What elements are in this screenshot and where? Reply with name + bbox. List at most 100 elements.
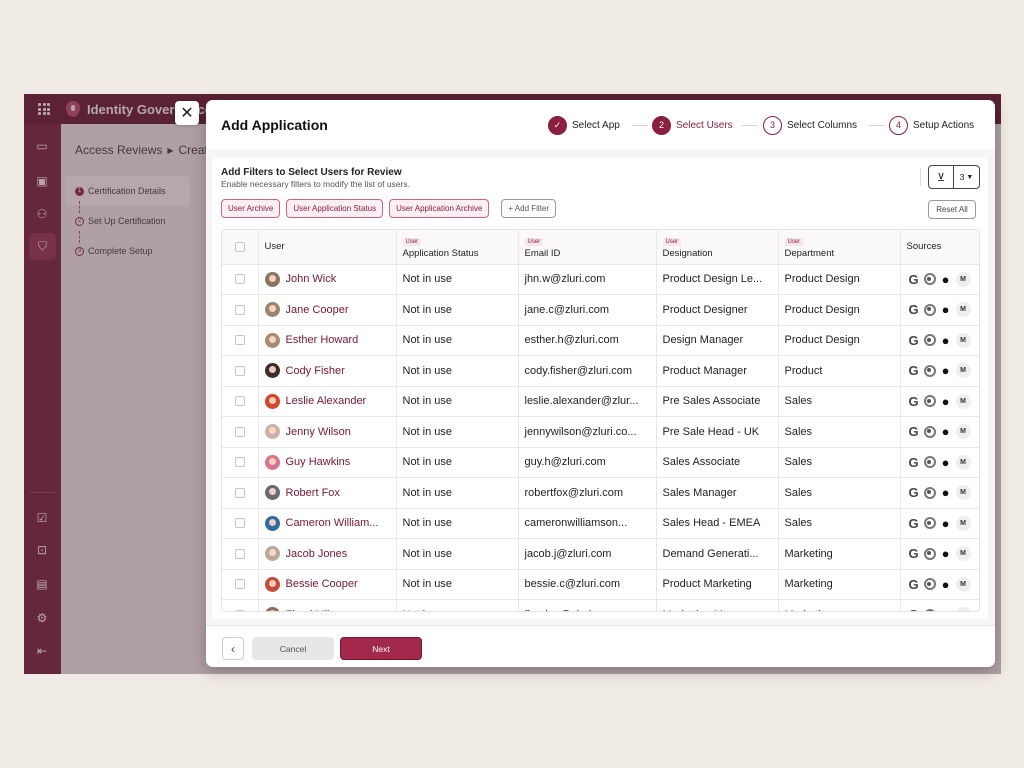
chip-user-archive[interactable]: User Archive xyxy=(221,199,281,218)
email-cell: jane.c@zluri.com xyxy=(518,294,657,326)
next-button[interactable]: Next xyxy=(340,637,422,660)
col-designation[interactable]: User Designation xyxy=(656,230,779,265)
col-department[interactable]: User Department xyxy=(778,230,901,265)
filter-button[interactable]: ⊻ 3 ▼ xyxy=(928,165,980,189)
filter-chips: User Archive User Application Status Use… xyxy=(221,199,557,219)
cancel-button[interactable]: Cancel xyxy=(252,637,334,660)
row-checkbox[interactable] xyxy=(234,335,245,346)
application-status-cell: Not in use xyxy=(396,264,519,295)
col-user[interactable]: User xyxy=(258,230,397,265)
designation-cell: Sales Manager xyxy=(656,477,779,509)
table-row[interactable]: Esther Howard Not in use esther.h@zluri.co… xyxy=(222,325,979,356)
table-row[interactable]: Jane Cooper Not in use jane.c@zluri.com Pro… xyxy=(222,294,979,326)
step-number: 4 xyxy=(889,115,908,135)
table-row[interactable]: Robert Fox Not in use robertfox@zluri.com S… xyxy=(222,477,979,509)
sources-cell: G ● M xyxy=(900,416,979,448)
apple-icon: ● xyxy=(941,302,950,318)
designation-cell: Pre Sale Head - UK xyxy=(656,416,779,448)
users-panel: Add Filters to Select Users for Review E… xyxy=(212,158,988,619)
apple-icon: ● xyxy=(941,393,950,409)
avatar xyxy=(264,576,280,592)
apple-icon: ● xyxy=(941,485,950,501)
row-checkbox[interactable] xyxy=(234,518,245,529)
chevron-down-icon: ▼ xyxy=(966,173,974,181)
user-name-link[interactable]: Esther Howard xyxy=(286,334,359,346)
table-row[interactable]: Cameron William... Not in use cameronwilli… xyxy=(222,508,979,539)
col-sources[interactable]: Sources xyxy=(900,230,979,265)
table-row[interactable]: Leslie Alexander Not in use leslie.alexand… xyxy=(222,386,979,417)
email-cell: guy.h@zluri.com xyxy=(518,447,657,478)
row-select-cell xyxy=(222,294,259,326)
add-filter-button[interactable]: + Add Filter xyxy=(501,199,557,218)
user-name-link[interactable]: Cody Fisher xyxy=(286,365,345,377)
row-checkbox[interactable] xyxy=(234,487,245,498)
step-setup-actions[interactable]: 4 Setup Actions xyxy=(889,115,974,135)
row-checkbox[interactable] xyxy=(234,579,245,590)
apple-icon: ● xyxy=(939,607,953,611)
user-name-link[interactable]: Leslie Alexander xyxy=(286,395,367,407)
designation-cell: Demand Generati... xyxy=(656,538,779,570)
reset-all-button[interactable]: Reset All xyxy=(928,200,976,219)
row-checkbox[interactable] xyxy=(234,426,245,437)
row-checkbox[interactable] xyxy=(234,396,245,407)
apple-icon: ● xyxy=(941,515,950,531)
user-name-link[interactable]: Robert Fox xyxy=(286,487,340,499)
table-row[interactable]: Guy Hawkins Not in use guy.h@zluri.com Sale… xyxy=(222,447,979,478)
table-row[interactable]: Jenny Wilson Not in use jennywilson@zluri.… xyxy=(222,416,979,448)
filter-count-dropdown[interactable]: 3 ▼ xyxy=(954,166,979,188)
user-name-link[interactable]: Jane Cooper xyxy=(286,304,349,316)
column-label: Application Status xyxy=(402,247,479,259)
google-icon: G xyxy=(908,576,919,592)
row-checkbox[interactable] xyxy=(234,274,245,285)
row-checkbox[interactable] xyxy=(234,457,245,468)
step-select-users[interactable]: 2 Select Users xyxy=(652,115,733,135)
table-row[interactable]: Cody Fisher Not in use cody.fisher@zluri.c… xyxy=(222,355,979,387)
user-name-link[interactable]: Bessie Cooper xyxy=(286,578,358,590)
filter-count: 3 xyxy=(959,172,965,182)
apple-icon: ● xyxy=(941,546,950,562)
row-checkbox[interactable] xyxy=(234,548,245,559)
filters-subtitle: Enable necessary filters to modify the l… xyxy=(221,179,410,189)
table-row[interactable]: John Wick Not in use jhn.w@zluri.com Produc… xyxy=(222,264,979,295)
table-row[interactable]: Floyd MilesNot in usefloyd.m@zluri.comMa… xyxy=(222,599,979,611)
m-icon: M xyxy=(955,607,971,611)
user-name-link[interactable]: Guy Hawkins xyxy=(286,456,351,468)
back-button[interactable]: ‹ xyxy=(222,637,244,660)
user-name-link[interactable]: John Wick xyxy=(286,273,337,285)
column-tag: User xyxy=(402,237,422,246)
application-status-cell: Not in use xyxy=(396,569,519,600)
select-all-checkbox[interactable] xyxy=(234,241,245,252)
row-checkbox[interactable] xyxy=(234,609,245,611)
table-row[interactable]: Bessie Cooper Not in use bessie.c@zluri.co… xyxy=(222,569,979,600)
application-status-cell: Not in use xyxy=(396,508,519,539)
modal-title: Add Application xyxy=(221,117,328,133)
step-select-app[interactable]: ✓ Select App xyxy=(548,115,620,135)
user-name-link[interactable]: Cameron William... xyxy=(286,517,379,529)
col-application-status[interactable]: User Application Status xyxy=(396,230,519,265)
row-checkbox[interactable] xyxy=(234,365,245,376)
department-cell: Sales xyxy=(778,508,901,539)
chevron-left-icon: ‹ xyxy=(231,641,235,656)
google-icon: G xyxy=(908,546,919,562)
select-all-cell xyxy=(222,230,259,265)
chip-user-application-status[interactable]: User Application Status xyxy=(286,199,384,218)
department-cell: Sales xyxy=(778,416,901,448)
sources-cell: G ● M xyxy=(900,325,979,356)
col-email[interactable]: User Email ID xyxy=(518,230,657,265)
user-cell: Leslie Alexander xyxy=(258,386,397,417)
user-name-link[interactable]: Floyd Miles xyxy=(286,609,342,611)
user-name-link[interactable]: Jenny Wilson xyxy=(286,426,351,438)
email-cell: floyd.m@zluri.com xyxy=(518,599,657,611)
step-select-columns[interactable]: 3 Select Columns xyxy=(763,115,857,135)
row-checkbox[interactable] xyxy=(234,304,245,315)
user-cell: Bessie Cooper xyxy=(258,569,397,600)
designation-cell: Product Marketing xyxy=(656,569,779,600)
table-row[interactable]: Jacob Jones Not in use jacob.j@zluri.com De… xyxy=(222,538,979,570)
chrome-icon xyxy=(923,578,936,591)
m-icon: M xyxy=(955,302,971,318)
chip-user-application-archive[interactable]: User Application Archive xyxy=(389,199,490,218)
chrome-icon xyxy=(923,334,936,347)
close-button[interactable]: ✕ xyxy=(175,101,199,125)
user-name-link[interactable]: Jacob Jones xyxy=(286,548,348,560)
user-cell: Robert Fox xyxy=(258,477,397,509)
